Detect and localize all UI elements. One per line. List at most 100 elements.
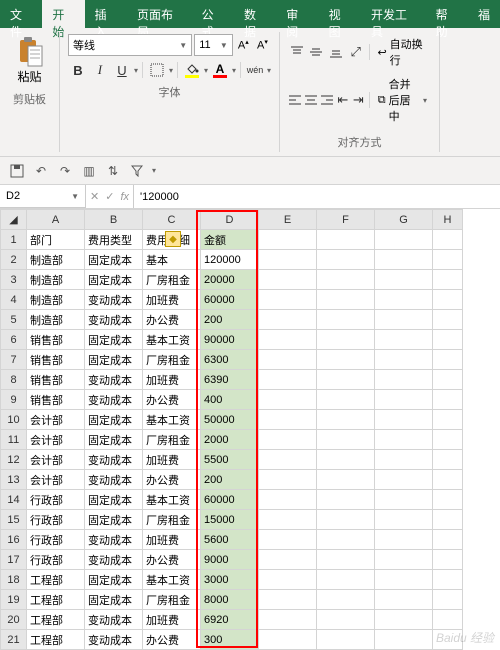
cell[interactable]	[259, 370, 317, 390]
font-color-button[interactable]: A	[210, 63, 230, 78]
cell[interactable]: 50000	[201, 410, 259, 430]
cell[interactable]	[259, 630, 317, 650]
cell[interactable]: 变动成本	[85, 630, 143, 650]
cell[interactable]	[433, 350, 463, 370]
cell[interactable]	[375, 450, 433, 470]
cell[interactable]: 会计部	[27, 430, 85, 450]
cell[interactable]	[433, 330, 463, 350]
cell[interactable]: 工程部	[27, 570, 85, 590]
cell[interactable]: 3000	[201, 570, 259, 590]
align-center-button[interactable]	[304, 90, 318, 110]
cell[interactable]: 加班费	[143, 370, 201, 390]
cell[interactable]	[375, 250, 433, 270]
cell[interactable]: 固定成本	[85, 250, 143, 270]
italic-button[interactable]: I	[90, 60, 110, 80]
cell[interactable]: 400	[201, 390, 259, 410]
row-header[interactable]: 12	[1, 450, 27, 470]
cell[interactable]	[259, 610, 317, 630]
cell[interactable]	[259, 270, 317, 290]
cell[interactable]: 加班费	[143, 450, 201, 470]
underline-button[interactable]: U	[112, 60, 132, 80]
cell[interactable]: 120000	[201, 250, 259, 270]
cell[interactable]	[317, 590, 375, 610]
cell[interactable]: 厂房租金	[143, 350, 201, 370]
decrease-font-button[interactable]: A▾	[254, 34, 271, 56]
cell[interactable]: 工程部	[27, 630, 85, 650]
select-all[interactable]: ◢	[1, 210, 27, 230]
cell[interactable]	[259, 470, 317, 490]
cell[interactable]: 固定成本	[85, 270, 143, 290]
wrap-text-button[interactable]: ↩自动换行	[373, 34, 431, 70]
ribbon-tab-帮助[interactable]: 帮助	[426, 0, 468, 28]
align-middle-button[interactable]	[308, 42, 326, 62]
cell[interactable]: 制造部	[27, 270, 85, 290]
font-name-select[interactable]: 等线▼	[68, 34, 192, 56]
cell[interactable]: 行政部	[27, 550, 85, 570]
cell[interactable]	[259, 310, 317, 330]
cell[interactable]: 基本工资	[143, 570, 201, 590]
cell[interactable]	[259, 290, 317, 310]
cell[interactable]	[433, 610, 463, 630]
cell[interactable]: 制造部	[27, 250, 85, 270]
cell[interactable]: 200	[201, 470, 259, 490]
cell[interactable]: 固定成本	[85, 570, 143, 590]
cell[interactable]: 费用类型	[85, 230, 143, 250]
cell[interactable]	[259, 550, 317, 570]
ribbon-tab-公式[interactable]: 公式	[192, 0, 234, 28]
cell[interactable]: 变动成本	[85, 530, 143, 550]
ribbon-tab-开始[interactable]: 开始	[42, 0, 84, 28]
row-header[interactable]: 9	[1, 390, 27, 410]
cell[interactable]	[317, 430, 375, 450]
cell[interactable]: 5500	[201, 450, 259, 470]
cell[interactable]: 会计部	[27, 450, 85, 470]
cell[interactable]: 6920	[201, 610, 259, 630]
cell[interactable]	[317, 630, 375, 650]
cell[interactable]	[259, 570, 317, 590]
cell[interactable]	[375, 490, 433, 510]
cell[interactable]: 行政部	[27, 510, 85, 530]
cell[interactable]	[375, 510, 433, 530]
cell[interactable]: 固定成本	[85, 410, 143, 430]
cell[interactable]	[433, 410, 463, 430]
increase-indent-button[interactable]: ⇥	[352, 90, 366, 110]
ribbon-tab-开发工具[interactable]: 开发工具	[361, 0, 426, 28]
cell[interactable]	[259, 350, 317, 370]
ribbon-tab-文件[interactable]: 文件	[0, 0, 42, 28]
ribbon-tab-数据[interactable]: 数据	[234, 0, 276, 28]
font-size-select[interactable]: 11▼	[194, 34, 233, 56]
cell[interactable]: 变动成本	[85, 310, 143, 330]
error-smart-tag[interactable]: ◆	[165, 231, 181, 247]
border-button[interactable]	[147, 60, 167, 80]
ribbon-tab-审阅[interactable]: 审阅	[276, 0, 318, 28]
cell[interactable]: 行政部	[27, 530, 85, 550]
bold-button[interactable]: B	[68, 60, 88, 80]
undo-button[interactable]: ↶	[32, 162, 50, 180]
cell[interactable]: 6300	[201, 350, 259, 370]
cell[interactable]: 变动成本	[85, 610, 143, 630]
row-header[interactable]: 16	[1, 530, 27, 550]
cell[interactable]	[375, 390, 433, 410]
col-header-F[interactable]: F	[317, 210, 375, 230]
cell[interactable]: 变动成本	[85, 450, 143, 470]
cell[interactable]	[317, 290, 375, 310]
increase-font-button[interactable]: A▴	[235, 34, 252, 56]
cell[interactable]: 行政部	[27, 490, 85, 510]
cell[interactable]: 固定成本	[85, 430, 143, 450]
cell[interactable]	[433, 270, 463, 290]
cell[interactable]: 200	[201, 310, 259, 330]
cell[interactable]: 基本	[143, 250, 201, 270]
filter-button[interactable]	[128, 162, 146, 180]
col-header-G[interactable]: G	[375, 210, 433, 230]
cell[interactable]	[433, 630, 463, 650]
cell[interactable]: 基本工资	[143, 490, 201, 510]
cell[interactable]	[317, 250, 375, 270]
cell[interactable]	[375, 270, 433, 290]
align-left-button[interactable]	[288, 90, 302, 110]
cell[interactable]	[259, 330, 317, 350]
cell[interactable]	[259, 590, 317, 610]
grid[interactable]: ◢ABCDEFGH1部门费用类型费用明细金额2制造部固定成本基本1200003制…	[0, 209, 463, 650]
col-header-E[interactable]: E	[259, 210, 317, 230]
cell[interactable]	[433, 390, 463, 410]
formula-input[interactable]: '120000	[134, 185, 500, 208]
cell[interactable]	[375, 410, 433, 430]
